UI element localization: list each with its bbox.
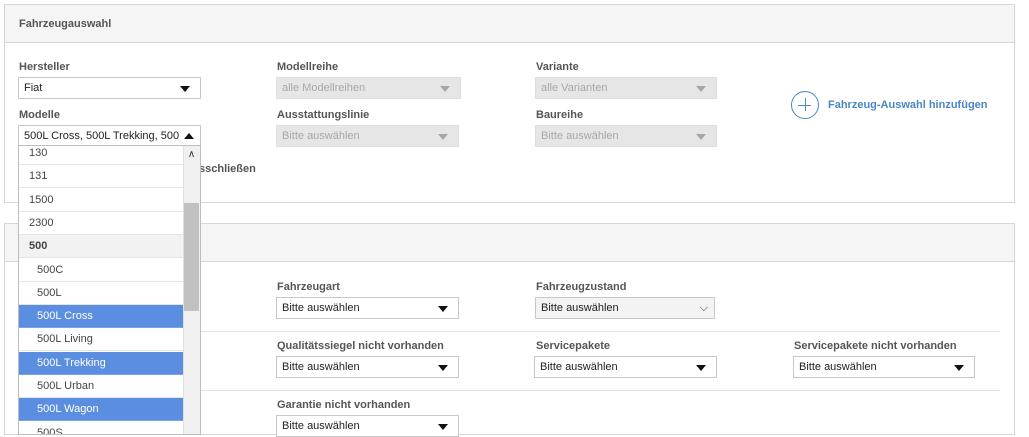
hersteller-select[interactable]: Fiat xyxy=(18,77,201,99)
dropdown-option[interactable]: 500L Cross xyxy=(19,305,183,329)
modelle-value: 500L Cross, 500L Trekking, 500 xyxy=(24,130,180,142)
garantie-label: Garantie nicht vorhanden xyxy=(277,399,411,411)
modellreihe-placeholder: alle Modellreihen xyxy=(282,82,366,94)
dropdown-option[interactable]: 500S xyxy=(19,422,183,434)
fahrzeugart-select[interactable]: Bitte auswählen xyxy=(276,297,459,319)
dropdown-option[interactable]: 500L Wagon xyxy=(19,398,183,422)
chevron-down-icon xyxy=(438,306,448,312)
variante-select[interactable]: alle Varianten xyxy=(535,77,717,99)
fahrzeugart-value: Bitte auswählen xyxy=(282,302,360,314)
scrollbar[interactable]: ∧ xyxy=(183,146,200,434)
servicepakete-value: Bitte auswählen xyxy=(540,361,618,373)
chevron-down-icon xyxy=(696,86,706,92)
dropdown-option[interactable]: 131 xyxy=(19,165,183,189)
baureihe-select[interactable]: Bitte auswählen xyxy=(535,125,717,147)
model-dropdown-list[interactable]: 130 131 1500 2300 500 500C 500L 500L Cross 500L … xyxy=(18,145,201,435)
modelle-label: Modelle xyxy=(19,109,60,121)
servicepakete-label: Servicepakete xyxy=(536,340,610,352)
servicepakete-nicht-select[interactable]: Bitte auswählen xyxy=(793,356,975,378)
dropdown-option[interactable]: 500L Living xyxy=(19,328,183,352)
ausstattungslinie-select[interactable]: Bitte auswählen xyxy=(276,125,459,147)
modelle-select[interactable]: 500L Cross, 500L Trekking, 500 xyxy=(18,125,201,147)
fahrzeugzustand-select[interactable]: Bitte auswählen ⌵ xyxy=(535,297,715,319)
chevron-up-icon xyxy=(184,133,194,139)
ausstattungslinie-placeholder: Bitte auswählen xyxy=(282,130,360,142)
scrollbar-thumb[interactable] xyxy=(184,203,199,311)
servicepakete-nicht-value: Bitte auswählen xyxy=(799,361,877,373)
scroll-up-icon[interactable]: ∧ xyxy=(183,146,200,162)
chevron-down-icon xyxy=(696,365,706,371)
baureihe-label: Baureihe xyxy=(536,109,584,121)
dropdown-option[interactable]: 1500 xyxy=(19,189,183,212)
modellreihe-select[interactable]: alle Modellreihen xyxy=(276,77,461,99)
dropdown-option[interactable]: 500L xyxy=(19,282,183,305)
hersteller-value: Fiat xyxy=(24,82,43,94)
qualitaetssiegel-select[interactable]: Bitte auswählen xyxy=(276,356,459,378)
plus-circle-icon xyxy=(791,91,819,119)
panel-header: Fahrzeugauswahl xyxy=(5,5,1014,43)
panel-title: Fahrzeugauswahl xyxy=(19,18,112,30)
variante-label: Variante xyxy=(536,61,579,73)
exclude-checkbox-label[interactable]: sschließen xyxy=(199,163,256,175)
dropdown-option[interactable]: 130 xyxy=(19,146,183,165)
chevron-down-icon xyxy=(696,134,706,140)
chevron-down-icon xyxy=(180,86,190,92)
dropdown-option[interactable]: 500C xyxy=(19,259,183,282)
ausstattungslinie-label: Ausstattungslinie xyxy=(277,109,370,121)
chevron-down-icon xyxy=(440,86,450,92)
garantie-value: Bitte auswählen xyxy=(282,420,360,432)
fahrzeugzustand-value: Bitte auswählen xyxy=(541,302,619,314)
dropdown-option[interactable]: 2300 xyxy=(19,212,183,235)
chevron-down-icon xyxy=(438,424,448,430)
servicepakete-nicht-label: Servicepakete nicht vorhanden xyxy=(794,340,957,352)
fahrzeugzustand-label: Fahrzeugzustand xyxy=(536,281,627,293)
chevron-down-icon xyxy=(438,134,448,140)
dropdown-group-header: 500 xyxy=(19,235,183,259)
add-vehicle-selection-label: Fahrzeug-Auswahl hinzufügen xyxy=(828,99,988,111)
variante-placeholder: alle Varianten xyxy=(541,82,608,94)
servicepakete-select[interactable]: Bitte auswählen xyxy=(534,356,717,378)
modellreihe-label: Modellreihe xyxy=(277,61,339,73)
chevron-down-icon xyxy=(438,365,448,371)
qualitaetssiegel-label: Qualitätssiegel nicht vorhanden xyxy=(277,340,444,352)
baureihe-placeholder: Bitte auswählen xyxy=(541,130,619,142)
chevron-down-icon xyxy=(954,365,964,371)
row-divider xyxy=(200,331,1000,332)
chevron-down-icon: ⌵ xyxy=(699,302,708,314)
dropdown-option[interactable]: 500L Trekking xyxy=(19,351,183,375)
add-vehicle-selection-button[interactable]: Fahrzeug-Auswahl hinzufügen xyxy=(791,91,988,119)
qualitaetssiegel-value: Bitte auswählen xyxy=(282,361,360,373)
garantie-select[interactable]: Bitte auswählen xyxy=(276,415,459,437)
hersteller-label: Hersteller xyxy=(19,61,70,73)
row-divider xyxy=(200,390,1000,391)
fahrzeugart-label: Fahrzeugart xyxy=(277,281,340,293)
dropdown-option[interactable]: 500L Urban xyxy=(19,375,183,398)
